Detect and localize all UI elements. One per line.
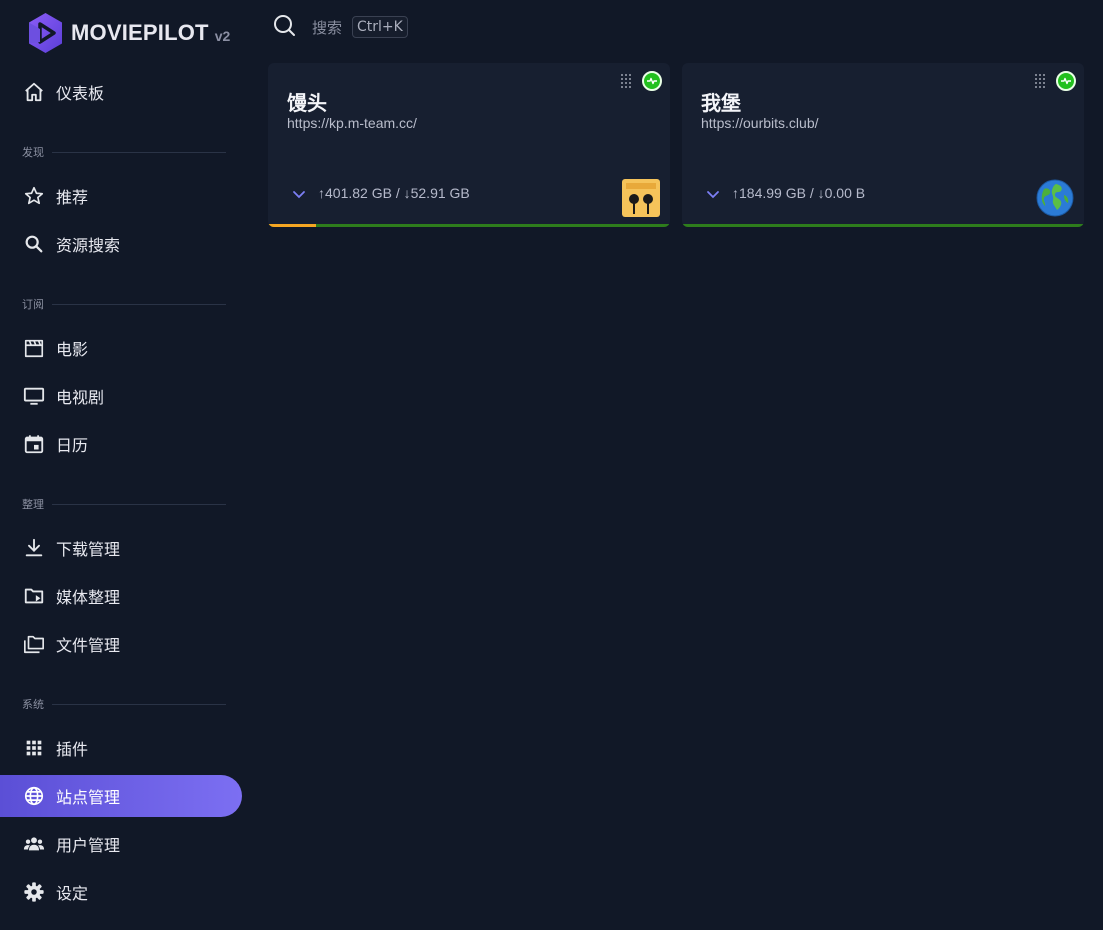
sidebar-item-label: 下载管理 [56, 540, 121, 559]
app-logo[interactable]: MOVIEPILOT v2 [27, 12, 230, 54]
section-divider [52, 303, 226, 305]
section-label: 订阅 [22, 298, 44, 311]
home-icon [22, 80, 46, 104]
site-card[interactable]: 我堡 https://ourbits.club/ ↑184.99 GB / ↓0… [682, 63, 1084, 227]
sidebar-item-users[interactable]: 用户管理 [0, 823, 242, 865]
sidebar-item-label: 电视剧 [56, 388, 105, 407]
site-status-badge[interactable] [642, 71, 662, 91]
grid-icon [22, 736, 46, 760]
sidebar-item-label: 设定 [56, 884, 89, 903]
sidebar-item-sites[interactable]: 站点管理 [0, 775, 242, 817]
calendar-icon [22, 432, 46, 456]
star-icon [22, 184, 46, 208]
sidebar-item-label: 媒体整理 [56, 588, 121, 607]
globe-icon [22, 784, 46, 808]
sidebar-item-movies[interactable]: 电影 [0, 327, 242, 369]
sidebar-item-label: 推荐 [56, 188, 89, 207]
sidebar-item-recommend[interactable]: 推荐 [0, 175, 242, 217]
users-icon [22, 832, 46, 856]
tv-icon [22, 384, 46, 408]
site-url[interactable]: https://kp.m-team.cc/ [287, 115, 417, 131]
chevron-down-icon[interactable] [704, 185, 722, 203]
gear-icon [22, 880, 46, 904]
section-discover: 发现 [22, 145, 226, 159]
folders-icon [22, 632, 46, 656]
section-divider [52, 151, 226, 153]
section-label: 整理 [22, 498, 44, 511]
site-status-badge[interactable] [1056, 71, 1076, 91]
moviepilot-logo-icon [29, 13, 62, 53]
sidebar-item-label: 站点管理 [56, 788, 121, 807]
activity-icon [1061, 77, 1071, 85]
section-divider [52, 703, 226, 705]
sidebar-item-dashboard[interactable]: 仪表板 [0, 71, 242, 113]
ratio-bar [682, 224, 1084, 227]
sidebar-item-label: 资源搜索 [56, 236, 121, 255]
drag-handle-icon[interactable] [1034, 73, 1046, 89]
ratio-bar-fill [268, 224, 317, 227]
section-label: 发现 [22, 146, 44, 159]
search-icon[interactable] [272, 13, 296, 41]
sidebar-item-tv[interactable]: 电视剧 [0, 375, 242, 417]
version-label: v2 [214, 28, 231, 44]
ratio-bar [268, 224, 670, 227]
sidebar-item-settings[interactable]: 设定 [0, 871, 242, 913]
site-traffic: ↑184.99 GB / ↓0.00 B [732, 185, 866, 201]
site-card[interactable]: 馒头 https://kp.m-team.cc/ ↑401.82 GB / ↓5… [268, 63, 670, 227]
sidebar-item-label: 仪表板 [56, 84, 105, 103]
section-organize: 整理 [22, 497, 226, 511]
sidebar: MOVIEPILOT v2 仪表板 发现 推荐 资源搜索 订阅 电影 电视剧 日… [0, 0, 250, 930]
section-divider [52, 503, 226, 505]
drag-handle-icon[interactable] [620, 73, 632, 89]
mteam-logo-icon [622, 179, 660, 217]
search-placeholder[interactable]: 搜索 [312, 17, 342, 38]
earth-globe-icon [1036, 179, 1074, 217]
folder-play-icon [22, 584, 46, 608]
sidebar-item-label: 用户管理 [56, 836, 121, 855]
site-traffic: ↑401.82 GB / ↓52.91 GB [318, 185, 470, 201]
sidebar-item-label: 电影 [56, 340, 89, 359]
sidebar-item-plugins[interactable]: 插件 [0, 727, 242, 769]
section-system: 系统 [22, 697, 226, 711]
site-name: 我堡 [701, 91, 741, 115]
sidebar-item-files[interactable]: 文件管理 [0, 623, 242, 665]
brand-name: MOVIEPILOT [71, 20, 209, 45]
sidebar-item-search[interactable]: 资源搜索 [0, 223, 242, 265]
search-icon [22, 232, 46, 256]
sidebar-item-calendar[interactable]: 日历 [0, 423, 242, 465]
download-icon [22, 536, 46, 560]
sidebar-item-downloads[interactable]: 下载管理 [0, 527, 242, 569]
search-shortcut-badge: Ctrl+K [352, 16, 408, 38]
sidebar-item-label: 插件 [56, 740, 89, 759]
section-label: 系统 [22, 698, 44, 711]
global-search[interactable]: 搜索 Ctrl+K [272, 12, 408, 42]
sidebar-item-label: 文件管理 [56, 636, 121, 655]
chevron-down-icon[interactable] [290, 185, 308, 203]
site-name: 馒头 [287, 91, 327, 115]
activity-icon [647, 77, 657, 85]
site-url[interactable]: https://ourbits.club/ [701, 115, 819, 131]
section-subscribe: 订阅 [22, 297, 226, 311]
clapperboard-icon [22, 336, 46, 360]
sidebar-item-media-organize[interactable]: 媒体整理 [0, 575, 242, 617]
sidebar-item-label: 日历 [56, 436, 89, 455]
